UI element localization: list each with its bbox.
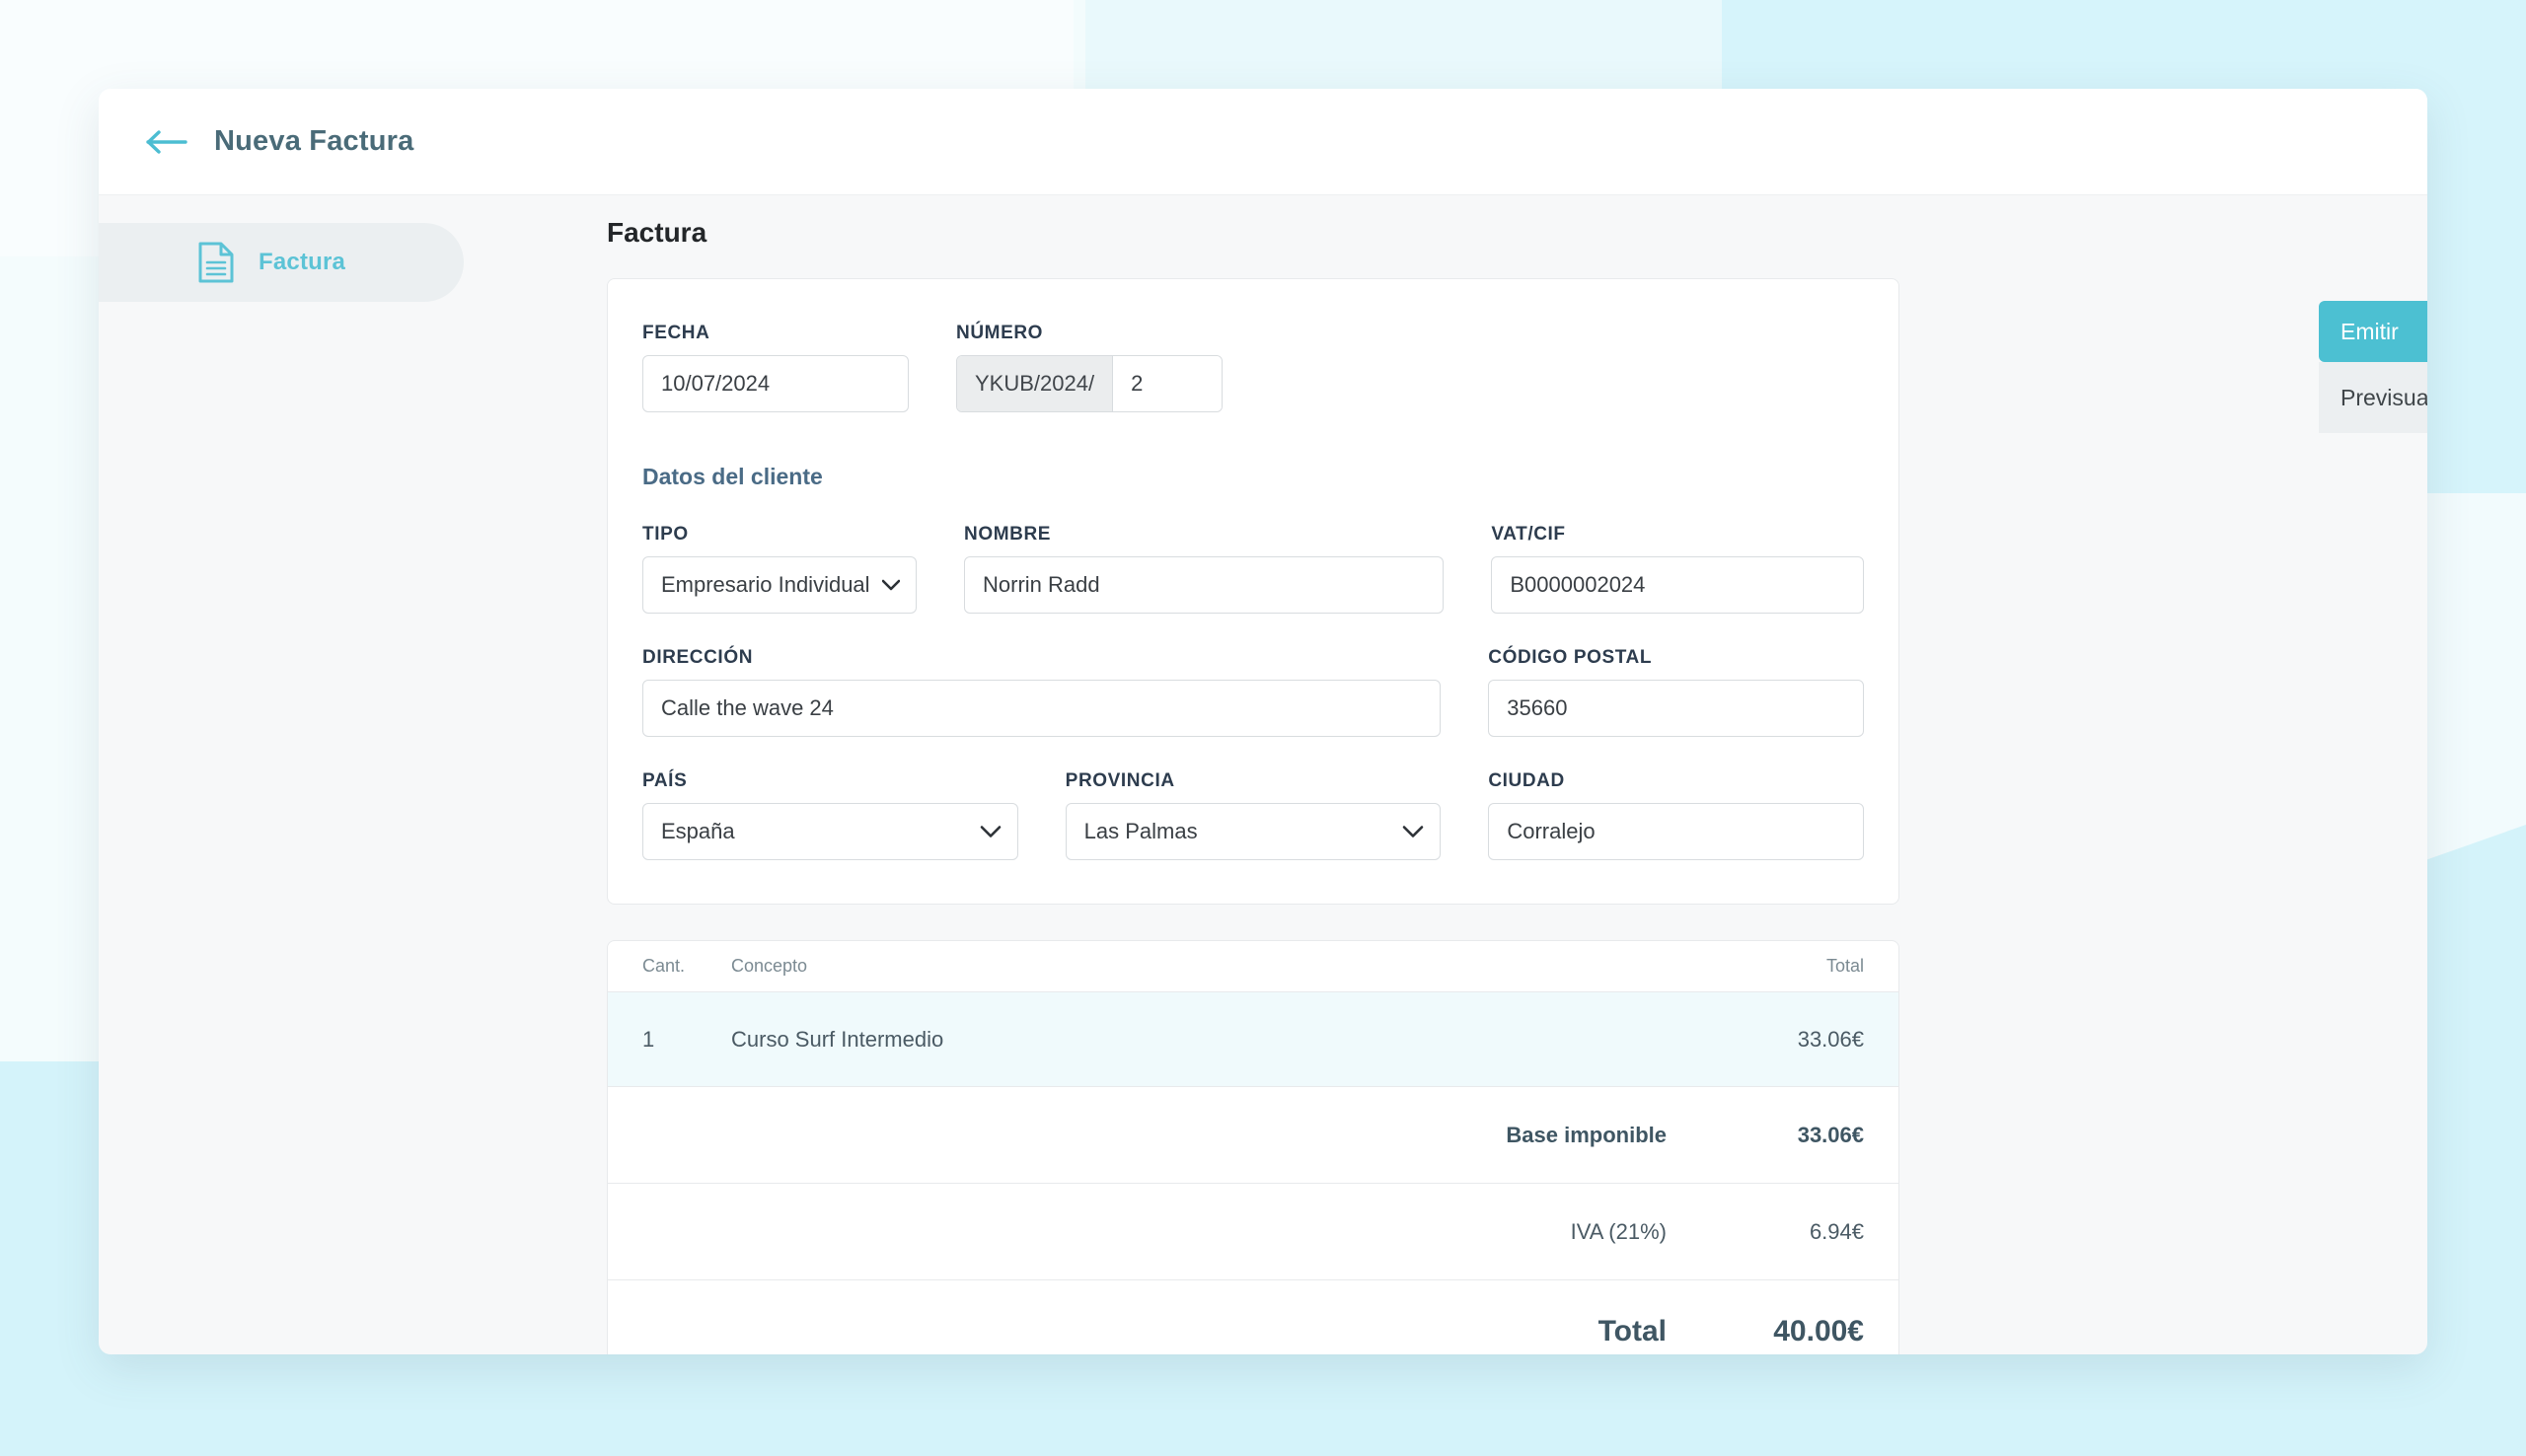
tipo-label: TIPO [642, 524, 689, 545]
invoice-meta-row: FECHA 10/07/2024 NÚMERO YKUB/2024/ 2 [642, 323, 1864, 412]
app-body: Factura Factura FECHA 10/07/2024 NÚMERO [99, 195, 2427, 1354]
summary-value-base: 33.06€ [1797, 1122, 1864, 1147]
summary-row-iva: IVA (21%) 6.94€ [608, 1184, 1898, 1280]
cell-concept: Curso Surf Intermedio [731, 1026, 944, 1052]
section-title: Factura [607, 217, 707, 248]
document-text-icon [197, 241, 235, 284]
numero-input[interactable]: 2 [1113, 356, 1223, 411]
direccion-label: DIRECCIÓN [642, 647, 754, 668]
field-tipo: TIPO Empresario Individual (Au [642, 524, 917, 614]
app-window: Nueva Factura Factura Factura FECHA 10/0… [99, 89, 2427, 1354]
client-row-2: DIRECCIÓN Calle the wave 24 CÓDIGO POSTA… [642, 647, 1864, 737]
ciudad-label: CIUDAD [1488, 770, 1565, 791]
field-ciudad: CIUDAD Corralejo [1488, 770, 1865, 860]
client-row-3: PAÍS España PROVINCIA Las Palmas CIUDAD … [642, 770, 1865, 860]
tipo-select[interactable]: Empresario Individual (Au [642, 556, 917, 614]
nombre-label: NOMBRE [964, 524, 1052, 545]
previsualizar-button[interactable]: Previsualizar [2319, 362, 2427, 433]
numero-label: NÚMERO [956, 323, 1044, 343]
sidebar-item-factura[interactable]: Factura [99, 223, 464, 302]
numero-prefix: YKUB/2024/ [957, 356, 1114, 411]
summary-label-total: Total [1597, 1315, 1667, 1347]
field-numero: NÚMERO YKUB/2024/ 2 [956, 323, 1224, 412]
provincia-label: PROVINCIA [1065, 770, 1175, 791]
col-header-total: Total [1825, 956, 1864, 976]
pais-value: España [661, 819, 735, 843]
action-panel: Emitir Previsualizar [2319, 301, 2427, 433]
numero-input-group: YKUB/2024/ 2 [956, 355, 1224, 412]
previsualizar-label: Previsualizar [2340, 384, 2427, 410]
cell-qty: 1 [642, 1026, 655, 1052]
table-row[interactable]: 1 Curso Surf Intermedio 33.06€ [608, 992, 1898, 1087]
summary-label-base: Base imponible [1506, 1122, 1667, 1147]
vat-input[interactable]: B0000002024 [1491, 556, 1864, 614]
page-title: Nueva Factura [214, 125, 414, 157]
summary-row-total: Total 40.00€ [608, 1280, 1898, 1354]
items-table-header: Cant. Concepto Total [608, 941, 1898, 992]
fecha-label: FECHA [642, 323, 710, 343]
col-header-qty: Cant. [642, 956, 686, 976]
client-row-1: TIPO Empresario Individual (Au NOMBRE No… [642, 524, 1864, 614]
ciudad-input[interactable]: Corralejo [1488, 803, 1865, 860]
chevron-down-icon [882, 579, 900, 591]
field-codigo-postal: CÓDIGO POSTAL 35660 [1488, 647, 1864, 737]
direccion-input[interactable]: Calle the wave 24 [642, 680, 1442, 737]
provincia-value: Las Palmas [1083, 819, 1198, 843]
vat-label: VAT/CIF [1491, 524, 1566, 545]
field-direccion: DIRECCIÓN Calle the wave 24 [642, 647, 1442, 737]
sidebar: Factura [99, 195, 464, 1353]
col-header-concept: Concepto [731, 956, 808, 976]
pais-select[interactable]: España [642, 803, 1018, 860]
summary-value-iva: 6.94€ [1809, 1218, 1864, 1244]
summary-value-total: 40.00€ [1773, 1315, 1864, 1347]
provincia-select[interactable]: Las Palmas [1065, 803, 1442, 860]
summary-label-iva: IVA (21%) [1570, 1218, 1667, 1244]
field-nombre: NOMBRE Norrin Radd [964, 524, 1445, 614]
field-pais: PAÍS España [642, 770, 1018, 860]
fecha-input[interactable]: 10/07/2024 [642, 355, 909, 412]
emitir-label: Emitir [2340, 318, 2399, 344]
field-provincia: PROVINCIA Las Palmas [1065, 770, 1442, 860]
cell-total: 33.06€ [1797, 1026, 1864, 1052]
emitir-button[interactable]: Emitir [2319, 301, 2427, 362]
field-fecha: FECHA 10/07/2024 [642, 323, 909, 412]
items-table-card: Cant. Concepto Total 1 Curso Surf Interm… [607, 940, 1899, 1354]
tipo-value: Empresario Individual (Au [661, 572, 870, 597]
back-button[interactable] [133, 112, 200, 172]
nombre-input[interactable]: Norrin Radd [964, 556, 1445, 614]
chevron-down-icon [980, 826, 1002, 838]
sidebar-item-label: Factura [259, 249, 346, 275]
summary-row-base: Base imponible 33.06€ [608, 1087, 1898, 1184]
arrow-left-icon [146, 129, 187, 155]
pais-label: PAÍS [642, 770, 688, 791]
field-vat: VAT/CIF B0000002024 [1491, 524, 1864, 614]
app-header: Nueva Factura [99, 89, 2427, 195]
content-area: Factura FECHA 10/07/2024 NÚMERO YKUB/202… [464, 195, 2427, 1354]
chevron-down-icon [1402, 826, 1424, 838]
client-section-heading: Datos del cliente [642, 464, 823, 489]
codigo-postal-input[interactable]: 35660 [1488, 680, 1864, 737]
invoice-form-card: FECHA 10/07/2024 NÚMERO YKUB/2024/ 2 Dat… [607, 278, 1899, 905]
codigo-postal-label: CÓDIGO POSTAL [1488, 647, 1653, 668]
